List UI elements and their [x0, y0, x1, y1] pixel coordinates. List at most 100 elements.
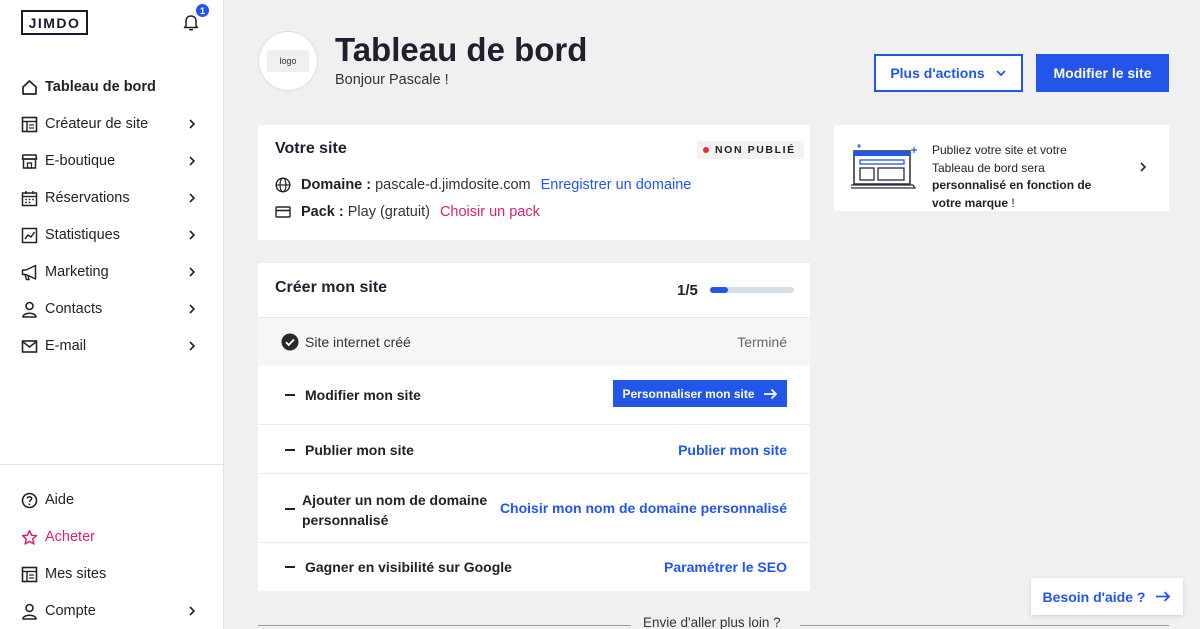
sidebar-item-account[interactable]: Compte [0, 596, 224, 626]
pack-row: Pack : Play (gratuit) Choisir un pack [275, 204, 540, 220]
mail-icon [21, 338, 38, 355]
choose-pack-link[interactable]: Choisir un pack [440, 204, 540, 220]
chevron-right-icon [189, 341, 196, 351]
help-button[interactable]: Besoin d'aide ? [1031, 578, 1183, 615]
chevron-right-icon [189, 267, 196, 277]
customize-site-button[interactable]: Personnaliser mon site [613, 380, 787, 407]
star-icon [21, 529, 38, 546]
store-icon [21, 153, 38, 170]
chevron-right-icon [189, 193, 196, 203]
chevron-right-icon [189, 119, 196, 129]
step-row: Publier mon site Publier mon site [258, 424, 810, 473]
publish-site-link[interactable]: Publier mon site [678, 442, 787, 458]
chevron-right-icon [189, 606, 196, 616]
status-badge: NON PUBLIÉ [697, 141, 804, 159]
sidebar-item-label: Créateur de site [45, 116, 149, 132]
progress-fill [710, 287, 728, 293]
step-label: Ajouter un nom de domaine personnalisé [302, 490, 487, 530]
dash-icon [285, 449, 295, 451]
dashboard-illustration-icon [851, 144, 917, 189]
step-done-status: Terminé [737, 334, 787, 350]
step-row: Ajouter un nom de domaine personnalisé C… [258, 473, 810, 542]
chart-icon [21, 227, 38, 244]
more-actions-button[interactable]: Plus d'actions [874, 54, 1023, 92]
help-circle-icon [21, 492, 38, 509]
sidebar-item-shop[interactable]: E-boutique [0, 146, 224, 176]
promo-text: Publiez votre site et votre Tableau de b… [932, 142, 1102, 212]
page-title: Tableau de bord [335, 31, 588, 68]
sidebar-item-email[interactable]: E-mail [0, 331, 224, 361]
domain-row: Domaine : pascale-d.jimdosite.com Enregi… [275, 177, 691, 193]
sidebar-item-label: E-mail [45, 338, 87, 354]
sidebar-divider [0, 464, 224, 465]
more-text: Envie d'aller plus loin ? [643, 615, 781, 629]
publish-promo-card[interactable]: Publiez votre site et votre Tableau de b… [834, 125, 1169, 211]
step-row: Gagner en visibilité sur Google Paramétr… [258, 542, 810, 591]
step-label: Gagner en visibilité sur Google [305, 559, 512, 575]
chevron-down-icon [996, 70, 1006, 77]
domain-label: Domaine : [301, 177, 372, 193]
sidebar-item-label: Statistiques [45, 227, 120, 243]
divider-line [258, 625, 631, 626]
step-label: Modifier mon site [305, 387, 421, 403]
sidebar-item-label: Acheter [45, 529, 95, 545]
sidebar-item-site-builder[interactable]: Créateur de site [0, 109, 224, 139]
promo-text-start: Publiez votre site et votre Tableau de b… [932, 143, 1067, 175]
divider-line [800, 625, 1169, 626]
customize-site-label: Personnaliser mon site [622, 386, 755, 401]
chevron-right-icon [189, 156, 196, 166]
step-row-done: Site internet créé Terminé [258, 317, 810, 366]
user-icon [21, 603, 38, 620]
chevron-right-icon [1140, 162, 1147, 172]
sidebar-item-label: Marketing [45, 264, 109, 280]
sidebar-item-dashboard[interactable]: Tableau de bord [0, 72, 224, 102]
sidebar-item-marketing[interactable]: Marketing [0, 257, 224, 287]
calendar-icon [21, 190, 38, 207]
greeting-text: Bonjour Pascale ! [335, 72, 449, 88]
notification-badge: 1 [195, 3, 210, 18]
dash-icon [285, 508, 295, 510]
seo-settings-link[interactable]: Paramétrer le SEO [664, 559, 787, 575]
progress-count: 1/5 [677, 282, 698, 299]
register-domain-link[interactable]: Enregistrer un domaine [541, 177, 692, 193]
sidebar: JIMDO 1 Tableau de bord Créateur de site… [0, 0, 224, 629]
sidebar-item-my-sites[interactable]: Mes sites [0, 559, 224, 589]
edit-site-button[interactable]: Modifier le site [1036, 54, 1169, 92]
help-label: Besoin d'aide ? [1042, 588, 1146, 605]
home-icon [21, 79, 38, 96]
sidebar-item-help[interactable]: Aide [0, 485, 224, 515]
sidebar-item-label: Aide [45, 492, 75, 508]
credit-card-icon [275, 204, 291, 220]
user-icon [21, 301, 38, 318]
logo-placeholder: logo [267, 50, 309, 72]
more-actions-label: Plus d'actions [890, 65, 985, 81]
sidebar-item-bookings[interactable]: Réservations [0, 183, 224, 213]
check-circle-icon [281, 333, 299, 351]
step-label: Publier mon site [305, 442, 414, 458]
sidebar-item-label: Contacts [45, 301, 103, 317]
sidebar-item-statistics[interactable]: Statistiques [0, 220, 224, 250]
jimdo-logo[interactable]: JIMDO [21, 10, 88, 35]
dash-icon [285, 394, 295, 396]
step-label-line2: personnalisé [302, 512, 389, 528]
megaphone-icon [21, 264, 38, 281]
chevron-right-icon [189, 304, 196, 314]
choose-domain-link[interactable]: Choisir mon nom de domaine personnalisé [500, 500, 787, 516]
dash-icon [285, 566, 295, 568]
arrow-right-icon [763, 388, 777, 399]
step-row: Modifier mon site Personnaliser mon site [258, 366, 810, 424]
sidebar-item-label: E-boutique [45, 153, 116, 169]
step-done-label: Site internet créé [305, 334, 411, 350]
domain-value: pascale-d.jimdosite.com [375, 177, 531, 193]
promo-text-end: ! [1008, 195, 1015, 210]
site-logo[interactable]: logo [258, 31, 318, 91]
arrow-right-icon [1156, 591, 1171, 602]
globe-icon [275, 177, 291, 193]
layout-icon [21, 116, 38, 133]
step-label-line1: Ajouter un nom de domaine [302, 492, 488, 508]
sidebar-item-contacts[interactable]: Contacts [0, 294, 224, 324]
pack-label: Pack : [301, 204, 344, 220]
pack-value: Play (gratuit) [347, 204, 430, 220]
site-card-title: Votre site [275, 140, 347, 157]
sidebar-item-buy[interactable]: Acheter [0, 522, 224, 552]
